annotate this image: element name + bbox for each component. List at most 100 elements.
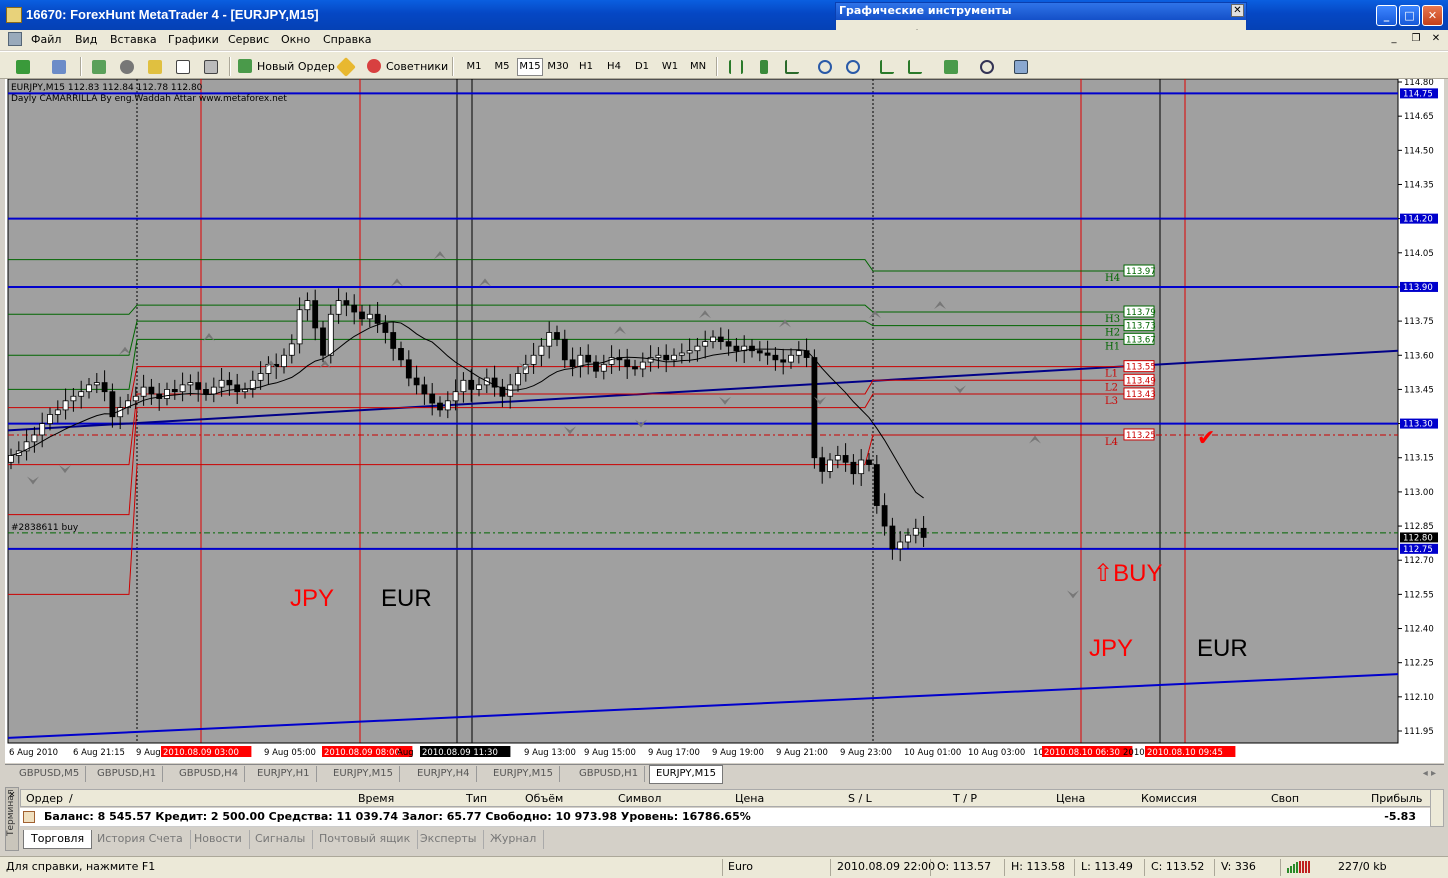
menu-insert[interactable]: Вставка [110,33,157,46]
timeframe-m1[interactable]: M1 [461,58,487,76]
document-icon[interactable] [8,32,22,46]
zoom-out-icon[interactable] [842,56,864,77]
menu-tools[interactable]: Сервис [228,33,269,46]
market-watch-icon[interactable] [88,56,110,77]
chart-tab[interactable]: GBPUSD,M5 [13,766,87,782]
templates-icon[interactable] [1010,56,1032,77]
candle-body [585,354,592,363]
indicators-icon[interactable] [940,56,962,77]
column-sl[interactable]: S / L [848,792,872,805]
indicator-label: Dayly CAMARRILLA By eng.Waddah Attar www… [11,94,287,104]
column-profit[interactable]: Прибыль [1371,792,1422,805]
timeframe-m30[interactable]: M30 [545,58,571,76]
chart-tab[interactable]: EURJPY,H4 [411,766,477,782]
timeframe-m5[interactable]: M5 [489,58,515,76]
timeframe-mn[interactable]: MN [685,58,711,76]
terminal-side-bar: ✕ Терминал [5,787,19,851]
candle-body [148,386,155,395]
menu-help[interactable]: Справка [323,33,371,46]
tab-account-history[interactable]: История Счета [90,830,191,849]
price-highlight-label: 114.75 [1403,89,1433,99]
chart-tab-active[interactable]: EURJPY,M15 [649,765,723,784]
menu-charts[interactable]: Графики [168,33,219,46]
bar-chart-icon[interactable] [725,56,747,77]
timeframe-m15[interactable]: M15 [517,58,543,76]
new-chart-icon[interactable] [12,56,34,77]
timeframe-d1[interactable]: D1 [629,58,655,76]
favorites-icon[interactable] [144,56,166,77]
chart-window[interactable]: 114.80 114.65 114.50 114.35 114.20 114.05 113.… [5,79,1444,763]
column-commission[interactable]: Комиссия [1141,792,1197,805]
traffic-text: 227/0 kb [1338,860,1387,873]
line-chart-icon[interactable] [781,56,803,77]
check-mark-icon: ✔ [1197,426,1215,451]
column-time[interactable]: Время [358,792,394,805]
column-sort[interactable]: / [69,792,73,805]
session-label: EUR [1197,635,1248,662]
tab-mailbox[interactable]: Почтовый ящик [312,830,419,849]
main-toolbar: Новый Ордер Советники M1 M5 M15 M30 H1 H… [0,51,1448,79]
mdi-restore-button[interactable]: ❐ [1408,32,1424,47]
minimize-button[interactable]: _ [1376,5,1397,26]
terminal-scrollbar[interactable] [1430,789,1444,827]
chart-tab[interactable]: GBPUSD,H1 [573,766,646,782]
candle-body [889,525,896,550]
graphic-tools-title[interactable]: Графические инструменты ✕ [836,3,1246,20]
tab-journal[interactable]: Журнал [483,830,545,849]
tester-icon[interactable] [200,56,222,77]
tab-news[interactable]: Новости [187,830,250,849]
timeframe-w1[interactable]: W1 [657,58,683,76]
close-button[interactable]: ✕ [1422,5,1443,26]
maximize-button[interactable]: □ [1399,5,1420,26]
candle-body [210,386,217,395]
chart-tab[interactable]: EURJPY,H1 [251,766,317,782]
column-type[interactable]: Тип [466,792,487,805]
menu-file[interactable]: Файл [31,33,61,46]
time-tick-label: 9 Aug 23:00 [840,748,892,758]
tab-experts[interactable]: Эксперты [413,830,485,849]
timeframe-h4[interactable]: H4 [601,58,627,76]
column-symbol[interactable]: Символ [618,792,661,805]
metaeditor-icon[interactable] [335,56,357,77]
price-tick-label: 112.70 [1404,556,1434,566]
column-volume[interactable]: Объём [525,792,563,805]
experts-button[interactable]: Советники [364,56,448,77]
graphic-tools-close-button[interactable]: ✕ [1231,4,1244,17]
autoscroll-icon[interactable] [876,56,898,77]
app-icon [6,7,22,23]
timeframe-h1[interactable]: H1 [573,58,599,76]
status-high: H: 113.58 [1011,860,1065,873]
terminal-panel: ✕ Терминал Ордер / Время Тип Объём Симво… [0,785,1448,855]
menu-view[interactable]: Вид [75,33,97,46]
candle-body [858,459,865,475]
chart-tab[interactable]: EURJPY,M15 [327,766,400,782]
candlestick-chart-icon[interactable] [753,56,775,77]
terminal-icon[interactable] [172,56,194,77]
chart-tab[interactable]: EURJPY,M15 [487,766,560,782]
column-order[interactable]: Ордер [26,792,63,805]
candle-body [827,459,833,472]
tab-trade[interactable]: Торговля [23,830,93,849]
column-price[interactable]: Цена [735,792,764,805]
new-order-button[interactable]: Новый Ордер [235,56,335,77]
periods-icon[interactable] [976,56,998,77]
balance-row[interactable]: Баланс: 8 545.57 Кредит: 2 500.00 Средст… [20,808,1440,827]
chart-tab[interactable]: GBPUSD,H4 [173,766,246,782]
menu-window[interactable]: Окно [281,33,310,46]
column-swap[interactable]: Своп [1271,792,1299,805]
profiles-icon[interactable] [48,56,70,77]
column-tp[interactable]: T / P [953,792,977,805]
chart-shift-icon[interactable] [904,56,926,77]
mdi-close-button[interactable]: ✕ [1428,32,1444,47]
navigator-icon[interactable] [116,56,138,77]
price-highlight-label: 112.80 [1403,533,1433,543]
zoom-in-icon[interactable] [814,56,836,77]
mdi-minimize-button[interactable]: _ [1386,32,1402,47]
price-chart[interactable]: 114.80 114.65 114.50 114.35 114.20 114.05 113.… [5,79,1444,763]
tab-signals[interactable]: Сигналы [248,830,314,849]
column-current-price[interactable]: Цена [1056,792,1085,805]
profile-name[interactable]: Euro [728,860,753,873]
candle-body [70,395,77,402]
tab-scroll-arrows-icon[interactable]: ◂ ▸ [1423,768,1436,779]
chart-tab[interactable]: GBPUSD,H1 [91,766,164,782]
